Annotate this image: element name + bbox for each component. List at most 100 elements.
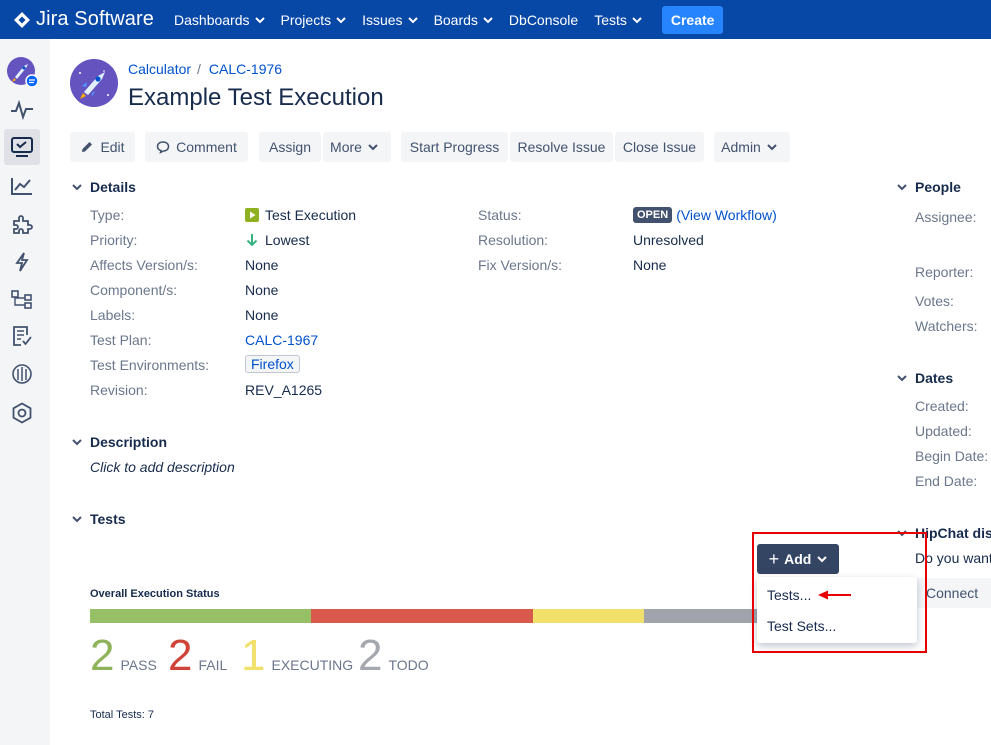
- fix-version-label: Fix Version/s:: [478, 257, 563, 273]
- stat-pass-count: 2: [90, 631, 115, 680]
- nav-dashboards[interactable]: Dashboards: [174, 12, 265, 28]
- updated-label: Updated:: [915, 423, 972, 439]
- environment-tag[interactable]: Firefox: [245, 355, 300, 373]
- pencil-icon: [82, 142, 93, 152]
- chevron-down-icon: [767, 144, 777, 151]
- nav-projects-label: Projects: [280, 11, 332, 28]
- resolve-issue-button[interactable]: Resolve Issue: [510, 132, 613, 162]
- breadcrumb-separator: /: [197, 61, 201, 77]
- stat-executing-count: 1: [241, 631, 266, 680]
- stat-executing-label: EXECUTING: [271, 657, 354, 673]
- progress-executing-segment: [533, 609, 644, 623]
- revision-label: Revision:: [90, 382, 148, 398]
- test-board-icon[interactable]: [9, 134, 35, 160]
- component-label: Component/s:: [90, 282, 178, 298]
- test-plan-link[interactable]: CALC-1967: [245, 332, 318, 348]
- project-avatar[interactable]: [70, 59, 118, 107]
- chevron-down-icon: [483, 16, 493, 23]
- stat-fail[interactable]: 2 FAIL: [168, 634, 227, 678]
- nav-dbconsole-label: DbConsole: [508, 11, 579, 28]
- collapse-icon: [72, 439, 82, 446]
- comment-button[interactable]: Comment: [145, 132, 248, 162]
- settings-hex-icon[interactable]: [9, 400, 35, 426]
- lightning-icon[interactable]: [9, 249, 35, 275]
- dates-section-toggle[interactable]: Dates: [897, 370, 953, 386]
- resolution-value: Unresolved: [633, 232, 704, 248]
- logo-text: Jira Software: [36, 8, 155, 30]
- activity-icon[interactable]: [9, 97, 35, 123]
- close-issue-button[interactable]: Close Issue: [615, 132, 704, 162]
- component-value: None: [245, 282, 279, 298]
- fix-version-value: None: [633, 257, 667, 273]
- stat-fail-count: 2: [168, 631, 193, 680]
- breadcrumb-issue-link[interactable]: CALC-1976: [209, 61, 282, 77]
- stat-executing[interactable]: 1 EXECUTING: [241, 634, 353, 678]
- breadcrumb-project-link[interactable]: Calculator: [128, 61, 191, 77]
- hierarchy-icon[interactable]: [9, 286, 35, 312]
- status-label: Status:: [478, 207, 522, 223]
- nav-dbconsole[interactable]: DbConsole: [509, 12, 578, 28]
- collapse-icon: [72, 516, 82, 523]
- test-environments-label: Test Environments:: [90, 357, 210, 373]
- jira-logo[interactable]: Jira Software: [14, 8, 154, 31]
- dates-heading: Dates: [915, 370, 954, 386]
- details-heading: Details: [90, 179, 136, 195]
- create-button[interactable]: Create: [661, 5, 724, 34]
- breadcrumb: Calculator / CALC-1976: [128, 61, 282, 77]
- red-arrow-icon: [818, 590, 851, 600]
- puzzle-icon[interactable]: [9, 212, 35, 238]
- admin-button[interactable]: Admin: [714, 132, 790, 162]
- more-button[interactable]: More: [323, 132, 391, 162]
- admin-label: Admin: [721, 139, 761, 155]
- nav-projects[interactable]: Projects: [281, 12, 347, 28]
- priority-value: Lowest: [245, 232, 309, 248]
- nav-boards[interactable]: Boards: [434, 12, 493, 28]
- nav-dashboards-label: Dashboards: [174, 11, 250, 28]
- collapse-icon: [897, 375, 907, 382]
- project-avatar-small[interactable]: [6, 56, 38, 88]
- nav-issues[interactable]: Issues: [362, 12, 418, 28]
- status-value: OPEN (View Workflow): [633, 207, 777, 223]
- test-environments-value: Firefox: [245, 355, 300, 373]
- stat-pass-label: PASS: [120, 657, 157, 673]
- type-value-text: Test Execution: [265, 207, 357, 223]
- description-placeholder[interactable]: Click to add description: [90, 459, 235, 475]
- more-label: More: [330, 139, 362, 155]
- progress-pass-segment: [90, 609, 311, 623]
- comment-label: Comment: [176, 139, 237, 155]
- rocket-avatar-icon: [7, 57, 38, 88]
- affects-version-value: None: [245, 257, 279, 273]
- collapse-icon: [72, 184, 82, 191]
- assignee-label: Assignee:: [915, 209, 977, 225]
- jira-logo-icon: [14, 11, 30, 28]
- revision-value: REV_A1265: [245, 382, 323, 398]
- test-plan-icon[interactable]: [9, 323, 35, 349]
- details-section-toggle[interactable]: Details: [72, 179, 136, 195]
- stat-todo[interactable]: 2 TODO: [358, 634, 429, 678]
- chevron-down-icon: [407, 16, 418, 23]
- start-progress-button[interactable]: Start Progress: [401, 132, 508, 162]
- connect-button[interactable]: Connect: [916, 578, 991, 608]
- chevron-down-icon: [254, 16, 265, 23]
- stat-pass[interactable]: 2 PASS: [90, 634, 157, 678]
- votes-label: Votes:: [915, 293, 954, 309]
- nav-tests[interactable]: Tests: [594, 12, 642, 28]
- edit-button[interactable]: Edit: [70, 132, 135, 162]
- people-section-toggle[interactable]: People: [897, 179, 961, 195]
- people-heading: People: [915, 179, 961, 195]
- view-workflow-link[interactable]: (View Workflow): [676, 207, 777, 223]
- priority-label: Priority:: [90, 232, 138, 248]
- repository-icon[interactable]: [9, 361, 35, 387]
- chevron-down-icon: [368, 144, 378, 151]
- labels-value[interactable]: None: [245, 307, 278, 323]
- status-badge: OPEN: [633, 207, 673, 223]
- reports-icon[interactable]: [9, 173, 35, 199]
- description-section-toggle[interactable]: Description: [72, 434, 167, 450]
- assign-button[interactable]: Assign: [259, 132, 321, 162]
- nav-boards-label: Boards: [433, 11, 478, 28]
- type-value: Test Execution: [245, 207, 356, 223]
- labels-label: Labels:: [90, 307, 136, 323]
- tests-section-toggle[interactable]: Tests: [72, 511, 126, 527]
- tests-heading: Tests: [90, 511, 126, 527]
- begin-date-label: Begin Date:: [915, 448, 989, 464]
